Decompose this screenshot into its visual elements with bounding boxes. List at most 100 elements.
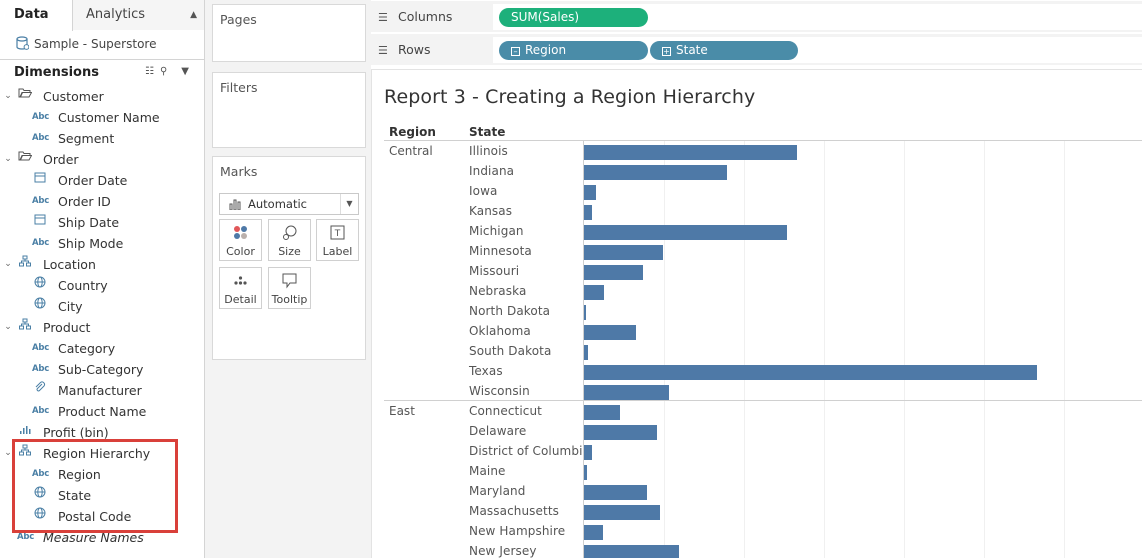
state-label[interactable]: Connecticut	[469, 404, 542, 418]
pill-sum-sales[interactable]: SUM(Sales)	[499, 8, 648, 27]
tree-item-label: Product	[43, 320, 91, 335]
field-ship-date[interactable]: Ship Date	[0, 212, 204, 233]
state-label[interactable]: District of Columbia	[469, 444, 590, 458]
state-label[interactable]: Maine	[469, 464, 506, 478]
field-category[interactable]: Abc Category	[0, 338, 204, 359]
state-label[interactable]: Illinois	[469, 144, 508, 158]
bar-mark[interactable]	[584, 385, 669, 400]
size-button[interactable]: Size	[268, 219, 311, 261]
state-label[interactable]: Missouri	[469, 264, 519, 278]
abc-string-icon: Abc	[32, 238, 50, 248]
bar-mark[interactable]	[584, 225, 787, 240]
state-label[interactable]: Oklahoma	[469, 324, 531, 338]
bar-mark[interactable]	[584, 265, 643, 280]
search-icon[interactable]: ⚲	[160, 66, 167, 77]
detail-button[interactable]: Detail	[219, 267, 262, 309]
field-country[interactable]: Country	[0, 275, 204, 296]
bar-mark[interactable]	[584, 505, 660, 520]
chevron-down-icon[interactable]: ⌄	[3, 254, 13, 275]
bar-mark[interactable]	[584, 485, 647, 500]
state-label[interactable]: Massachusetts	[469, 504, 559, 518]
expand-icon[interactable]: +	[662, 47, 671, 56]
field-city[interactable]: City	[0, 296, 204, 317]
label-button[interactable]: T Label	[316, 219, 359, 261]
color-button[interactable]: Color	[219, 219, 262, 261]
bar-mark[interactable]	[584, 345, 588, 360]
state-label[interactable]: South Dakota	[469, 344, 551, 358]
dropdown-icon[interactable]: ▼	[181, 66, 189, 77]
updown-icon[interactable]: ▲	[190, 0, 197, 30]
bar-mark[interactable]	[584, 285, 604, 300]
state-label[interactable]: Nebraska	[469, 284, 526, 298]
marks-card: Marks Automatic ▼ Color Size T Label Det…	[212, 156, 366, 360]
filters-card[interactable]: Filters	[212, 72, 366, 148]
dimensions-header: Dimensions	[14, 65, 99, 80]
list-view-icon[interactable]: ☷	[145, 66, 154, 77]
chevron-down-icon: ▼	[340, 194, 358, 214]
chevron-down-icon[interactable]: ⌄	[3, 149, 13, 170]
state-label[interactable]: Kansas	[469, 204, 512, 218]
state-label[interactable]: New Hampshire	[469, 524, 565, 538]
size-icon	[283, 225, 297, 240]
state-label[interactable]: North Dakota	[469, 304, 550, 318]
field-customer-name[interactable]: Abc Customer Name	[0, 107, 204, 128]
rows-shelf-label: ☰ Rows	[378, 34, 431, 66]
tooltip-button[interactable]: Tooltip	[268, 267, 311, 309]
mark-type-dropdown[interactable]: Automatic ▼	[219, 193, 359, 215]
svg-text:T: T	[334, 229, 341, 239]
pill-region[interactable]: – Region	[499, 41, 648, 60]
bar-mark[interactable]	[584, 425, 657, 440]
chevron-down-icon[interactable]: ⌄	[3, 86, 13, 107]
bar-mark[interactable]	[584, 325, 636, 340]
field-sub-category[interactable]: Abc Sub-Category	[0, 359, 204, 380]
tab-data[interactable]: Data	[0, 0, 73, 31]
chevron-down-icon[interactable]: ⌄	[3, 317, 13, 338]
bar-mark[interactable]	[584, 165, 727, 180]
filters-card-title: Filters	[220, 80, 258, 95]
header-divider	[384, 140, 1142, 141]
state-label[interactable]: Iowa	[469, 184, 497, 198]
bar-mark[interactable]	[584, 405, 620, 420]
region-header-label[interactable]: East	[389, 404, 415, 418]
state-label[interactable]: Texas	[469, 364, 503, 378]
bar-mark[interactable]	[584, 465, 587, 480]
columns-lane[interactable]: SUM(Sales)	[493, 4, 1142, 30]
pages-card[interactable]: Pages	[212, 4, 366, 62]
bar-mark[interactable]	[584, 445, 592, 460]
field-order-id[interactable]: Abc Order ID	[0, 191, 204, 212]
region-header-label[interactable]: Central	[389, 144, 433, 158]
field-order-date[interactable]: Order Date	[0, 170, 204, 191]
state-label[interactable]: Michigan	[469, 224, 524, 238]
state-label[interactable]: Wisconsin	[469, 384, 530, 398]
state-label[interactable]: Minnesota	[469, 244, 532, 258]
field-product-name[interactable]: Abc Product Name	[0, 401, 204, 422]
bar-mark[interactable]	[584, 545, 679, 558]
state-label[interactable]: Delaware	[469, 424, 526, 438]
field-ship-mode[interactable]: Abc Ship Mode	[0, 233, 204, 254]
bar-mark[interactable]	[584, 365, 1037, 380]
folder-order[interactable]: ⌄ Order	[0, 149, 204, 170]
field-segment[interactable]: Abc Segment	[0, 128, 204, 149]
bar-mark[interactable]	[584, 525, 603, 540]
bar-mark[interactable]	[584, 205, 592, 220]
tree-item-label: Ship Mode	[58, 236, 124, 251]
folder-customer[interactable]: ⌄ Customer	[0, 86, 204, 107]
gridline	[824, 141, 825, 558]
tooltip-label: Tooltip	[271, 293, 308, 306]
tab-analytics[interactable]: Analytics ▲	[73, 0, 204, 30]
bar-mark[interactable]	[584, 245, 663, 260]
state-label[interactable]: Indiana	[469, 164, 514, 178]
bar-mark[interactable]	[584, 185, 596, 200]
folder-location[interactable]: ⌄ Location	[0, 254, 204, 275]
pill-state[interactable]: + State	[650, 41, 798, 60]
datasource-item[interactable]: Sample - Superstore	[16, 35, 156, 53]
field-manufacturer[interactable]: Manufacturer	[0, 380, 204, 401]
collapse-icon[interactable]: –	[511, 47, 520, 56]
bar-mark[interactable]	[584, 145, 797, 160]
folder-product[interactable]: ⌄ Product	[0, 317, 204, 338]
bar-mark[interactable]	[584, 305, 586, 320]
rows-lane[interactable]: – Region + State	[493, 37, 1142, 63]
columns-shelf: ☰ Columns SUM(Sales)	[371, 1, 1142, 33]
state-label[interactable]: New Jersey	[469, 544, 537, 558]
state-label[interactable]: Maryland	[469, 484, 525, 498]
